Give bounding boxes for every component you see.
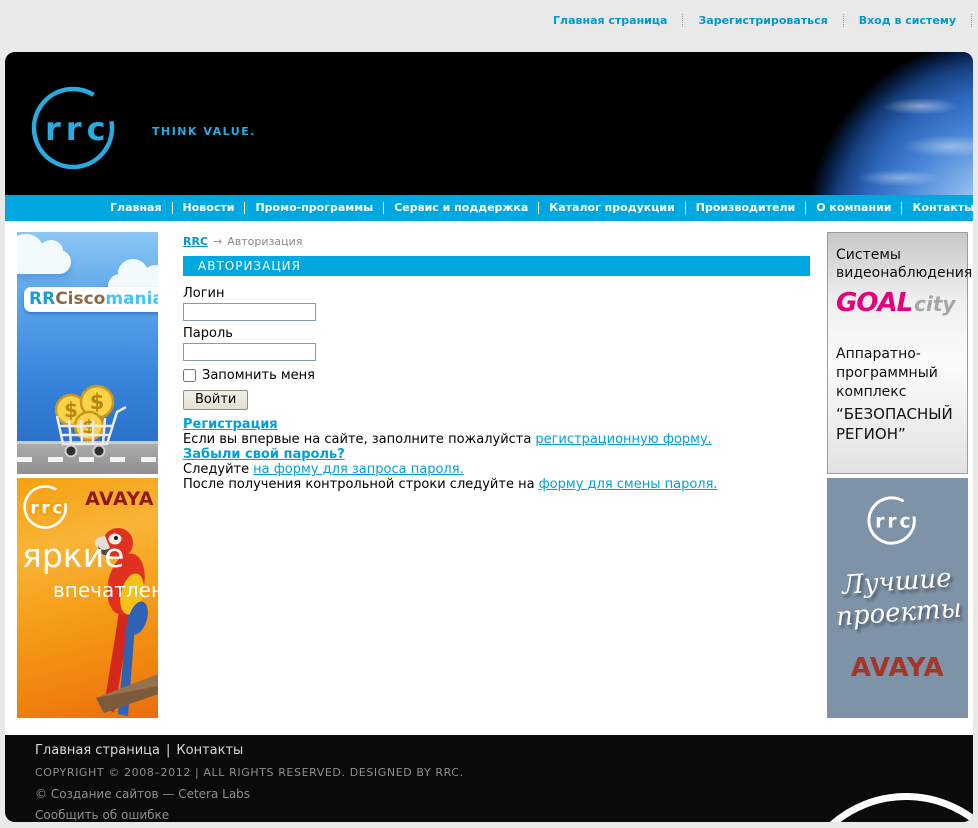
breadcrumb: RRC → Авторизация <box>183 235 810 248</box>
avaya-projects-banner[interactable]: rrc Лучшие проекты AVAYA <box>827 478 968 718</box>
banner-text-line2: впечатления <box>53 578 158 602</box>
goal-banner-title: Системы видеонаблюдения <box>836 246 959 282</box>
best-projects-script: Лучшие проекты <box>833 563 963 634</box>
banner-text-line1: яркие <box>22 536 124 575</box>
registration-form-link[interactable]: регистрационную форму. <box>535 432 711 447</box>
main-column: RRC → Авторизация АВТОРИЗАЦИЯ Логин Пароль… <box>183 232 810 492</box>
rrc-logo-text: rrc <box>45 110 111 148</box>
rrciscomania-wordmark: RRCiscomania <box>24 287 158 312</box>
breadcrumb-current: Авторизация <box>227 235 302 248</box>
cloud-icon <box>17 250 71 274</box>
topbar-link-home[interactable]: Главная страница <box>538 14 683 27</box>
footer-credits: © Создание сайтов — Cetera Labs <box>35 787 973 801</box>
registration-link[interactable]: Регистрация <box>183 417 278 432</box>
site-header: rrc THINK VALUE. <box>5 52 973 195</box>
avaya-parrot-banner[interactable]: rrc AVAYA яркие впечатления <box>17 478 158 718</box>
login-button[interactable]: Войти <box>183 390 248 410</box>
rrc-logo-icon: rrc <box>866 494 930 547</box>
auth-help-links: Регистрация Если вы впервые на сайте, за… <box>183 417 810 492</box>
auth-section-title: АВТОРИЗАЦИЯ <box>183 256 810 276</box>
top-utility-bar: Главная страница Зарегистрироваться Вход… <box>0 0 978 52</box>
header-tagline: THINK VALUE. <box>152 125 256 138</box>
remember-me-row: Запомнить меня <box>183 368 810 383</box>
password-input[interactable] <box>183 343 316 361</box>
footer-copyright: COPYRIGHT © 2008–2012 | ALL RIGHTS RESER… <box>35 766 973 779</box>
report-error-link[interactable]: Сообщить об ошибке <box>35 808 169 822</box>
goal-wordmark: GOAL <box>836 288 912 318</box>
main-nav: Главная Новости Промо-программы Сервис и… <box>5 195 973 221</box>
nav-item-about[interactable]: О компании <box>806 202 902 214</box>
left-banner-column: RRCiscomania $ $ $ <box>17 232 158 718</box>
nav-item-vendors[interactable]: Производители <box>686 202 806 214</box>
login-field-group: Логин <box>183 286 810 326</box>
registration-text: Если вы впервые на сайте, заполните пожа… <box>183 432 531 447</box>
goal-banner-desc: Аппаратно-программный комплекс <box>836 345 959 402</box>
footer-links: Главная страница | Контакты <box>35 743 973 758</box>
goalcity-banner[interactable]: Системы видеонаблюдения GOALcity Аппарат… <box>827 232 968 474</box>
nav-item-news[interactable]: Новости <box>173 202 246 214</box>
password-request-form-link[interactable]: на форму для запроса пароля. <box>253 462 464 477</box>
breadcrumb-arrow: → <box>213 235 222 248</box>
rrc-logo-icon: rrc <box>29 83 139 173</box>
nav-item-service[interactable]: Сервис и поддержка <box>384 202 539 214</box>
change-password-text: После получения контрольной строки следу… <box>183 477 535 492</box>
rrciscomania-banner[interactable]: RRCiscomania $ $ $ <box>17 232 158 474</box>
svg-text:$: $ <box>90 390 105 414</box>
remember-me-label: Запомнить меня <box>202 368 315 383</box>
nav-item-catalog[interactable]: Каталог продукции <box>539 202 686 214</box>
rrc-logo-icon: rrc <box>22 483 80 531</box>
topbar-link-login[interactable]: Вход в систему <box>844 14 972 27</box>
svg-text:rrc: rrc <box>30 497 65 517</box>
earth-image <box>787 52 973 195</box>
coins-cart-icon: $ $ $ <box>43 380 131 458</box>
goal-banner-quote: “БЕЗОПАСНЫЙ РЕГИОН” <box>836 404 959 444</box>
footer-links-separator: | <box>166 743 170 758</box>
forgot-password-link[interactable]: Забыли свой пароль? <box>183 447 345 462</box>
nav-item-main[interactable]: Главная <box>100 202 173 214</box>
login-label: Логин <box>183 286 810 301</box>
password-field-group: Пароль <box>183 326 810 366</box>
footer-link-home[interactable]: Главная страница <box>35 743 160 758</box>
avaya-wordmark: AVAYA <box>85 488 154 510</box>
svg-text:rrc: rrc <box>875 511 913 532</box>
remember-me-checkbox[interactable] <box>183 369 196 382</box>
nav-item-promo[interactable]: Промо-программы <box>245 202 384 214</box>
password-change-form-link[interactable]: форму для смены пароля. <box>539 477 718 492</box>
right-banner-column: Системы видеонаблюдения GOALcity Аппарат… <box>827 232 968 718</box>
topbar-link-register[interactable]: Зарегистрироваться <box>683 14 843 27</box>
brand-rr: RR <box>29 289 55 309</box>
login-input[interactable] <box>183 303 316 321</box>
password-label: Пароль <box>183 326 810 341</box>
brand-mania: mania <box>105 289 158 309</box>
content-area: RRCiscomania $ $ $ <box>5 221 973 735</box>
avaya-wordmark: AVAYA <box>851 653 944 683</box>
nav-item-contacts[interactable]: Контакты <box>902 202 978 214</box>
city-wordmark: city <box>914 292 955 316</box>
forgot-text: Следуйте <box>183 462 249 477</box>
breadcrumb-root-link[interactable]: RRC <box>183 235 208 248</box>
brand-cisco: Cisco <box>55 289 105 309</box>
goalcity-logo: GOALcity <box>836 288 959 318</box>
footer-link-contacts[interactable]: Контакты <box>176 743 243 758</box>
page-container: rrc THINK VALUE. Главная Новости Промо-п… <box>5 52 973 822</box>
site-footer: Главная страница | Контакты COPYRIGHT © 20… <box>5 735 973 822</box>
